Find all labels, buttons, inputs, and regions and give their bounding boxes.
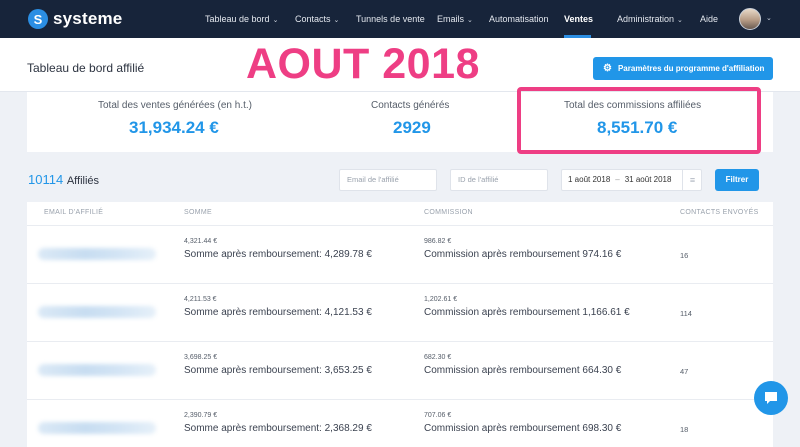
somme-cell: 2,390.79 € [184, 412, 218, 419]
commission-after-refund-cell: Commission après remboursement 664.30 € [424, 365, 622, 376]
commission-after-refund-cell: Commission après remboursement 1,166.61 … [424, 307, 630, 318]
nav-item-emails[interactable]: Emails ⌄ [437, 0, 473, 38]
date-from: 1 août 2018 [568, 175, 611, 184]
stat-value-total-sales: 31,934.24 € [129, 118, 219, 137]
somme-after-refund-cell: Somme après remboursement: 4,121.53 € [184, 307, 372, 318]
commission-cell: 1,202.61 € [424, 296, 458, 303]
overlay-title: AOUT 2018 [246, 40, 480, 88]
date-separator: – [615, 175, 620, 184]
nav-item-contacts[interactable]: Contacts ⌄ [295, 0, 339, 38]
nav-item-tunnels-de-vente[interactable]: Tunnels de vente [356, 0, 425, 38]
column-header-somme: SOMME [184, 209, 212, 216]
affiliate-count-label: Affiliés [66, 175, 100, 187]
row-divider [27, 399, 773, 400]
logo[interactable]: S systeme [28, 9, 122, 29]
stat-value-contacts: 2929 [393, 118, 431, 137]
commission-after-refund-cell: Commission après remboursement 698.30 € [424, 423, 622, 434]
date-to: 31 août 2018 [624, 175, 672, 184]
nav-item-aide[interactable]: Aide [700, 0, 718, 38]
column-header-contacts: CONTACTS ENVOYÉS [680, 209, 759, 216]
contacts-sent-cell: 114 [680, 309, 692, 318]
chevron-down-icon: ⌄ [272, 17, 279, 24]
highlight-box [517, 87, 761, 154]
affiliate-count-number: 10114 [28, 172, 64, 187]
blurred-email [38, 364, 156, 376]
nav-item-administration[interactable]: Administration ⌄ [617, 0, 683, 38]
blurred-email [38, 306, 156, 318]
nav-item-tableau-de-bord[interactable]: Tableau de bord ⌄ [205, 0, 278, 38]
contacts-sent-cell: 18 [680, 425, 689, 434]
affiliate-count: 10114 Affiliés [28, 172, 99, 187]
chevron-down-icon[interactable]: ⌄ [766, 0, 772, 38]
somme-after-refund-cell: Somme après remboursement: 3,653.25 € [184, 365, 372, 376]
somme-cell: 4,321.44 € [184, 238, 218, 245]
contacts-sent-cell: 16 [680, 251, 689, 260]
chat-bubble-icon [765, 392, 777, 404]
logo-text: systeme [53, 9, 123, 28]
chevron-down-icon: ⌄ [467, 17, 473, 24]
filter-button[interactable]: Filtrer [715, 169, 759, 191]
row-divider [27, 341, 773, 342]
commission-cell: 707.06 € [424, 412, 452, 419]
chevron-down-icon: ⌄ [677, 17, 683, 24]
stat-label-contacts: Contacts générés [371, 100, 450, 111]
affiliates-table [27, 202, 773, 447]
id-filter-input[interactable]: ID de l'affilié [450, 169, 548, 191]
somme-cell: 4,211.53 € [184, 296, 217, 303]
email-filter-input[interactable]: Email de l'affilié [339, 169, 437, 191]
nav-item-automatisation[interactable]: Automatisation [489, 0, 549, 38]
chat-button[interactable] [754, 381, 788, 415]
commission-after-refund-cell: Commission après remboursement 974.16 € [424, 249, 622, 260]
column-header-email: EMAIL D'AFFILIÉ [44, 209, 104, 216]
affiliate-settings-button[interactable]: ⚙ Paramètres du programme d'affiliation [593, 57, 773, 80]
stat-label-total-sales: Total des ventes générées (en h.t.) [98, 100, 252, 111]
somme-after-refund-cell: Somme après remboursement: 2,368.29 € [184, 423, 372, 434]
avatar[interactable] [739, 8, 761, 30]
contacts-sent-cell: 47 [680, 367, 689, 376]
table-divider [27, 225, 773, 226]
gear-icon: ⚙ [603, 63, 612, 74]
commission-cell: 986.82 € [424, 238, 452, 245]
date-range-input[interactable]: 1 août 2018–31 août 2018 [561, 169, 702, 191]
blurred-email [38, 422, 156, 434]
somme-after-refund-cell: Somme après remboursement: 4,289.78 € [184, 249, 372, 260]
page-title: Tableau de bord affilié [27, 61, 145, 75]
chevron-down-icon: ⌄ [333, 17, 340, 24]
affiliate-settings-label: Paramètres du programme d'affiliation [617, 64, 765, 73]
row-divider [27, 283, 773, 284]
list-icon[interactable]: ≡ [682, 170, 702, 190]
column-header-commission: COMMISSION [424, 209, 473, 216]
logo-icon: S [28, 9, 48, 29]
top-nav: S systeme Tableau de bord ⌄ Contacts ⌄ Tun… [0, 0, 800, 38]
nav-item-ventes[interactable]: Ventes [564, 0, 593, 38]
commission-cell: 682.30 € [424, 354, 452, 361]
blurred-email [38, 248, 156, 260]
somme-cell: 3,698.25 € [184, 354, 218, 361]
